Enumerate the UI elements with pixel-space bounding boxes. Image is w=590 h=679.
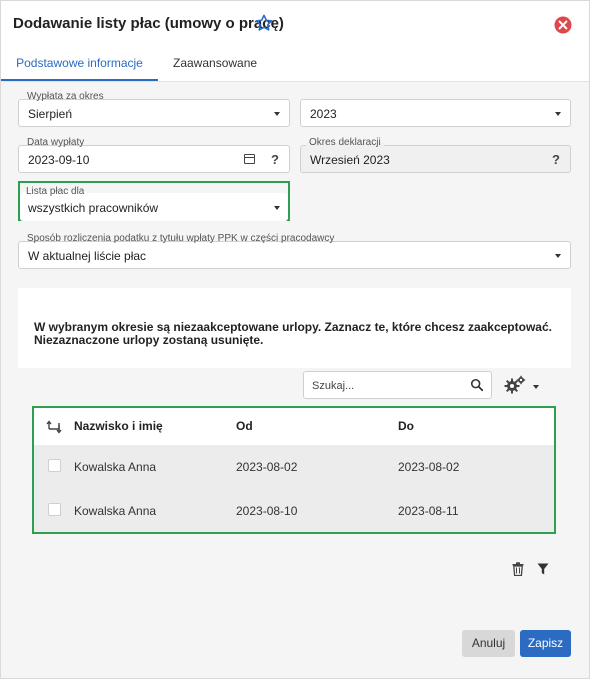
payroll-for-label: Lista płac dla	[23, 186, 88, 197]
dialog-header: Dodawanie listy płac (umowy o pracę)	[1, 1, 589, 48]
table-header: Nazwisko i imię Od Do	[34, 408, 554, 445]
period-label: Wypłata za okres	[24, 91, 107, 102]
period-month-select[interactable]: Wypłata za okres Sierpień	[18, 91, 290, 127]
table-row[interactable]: Kowalska Anna 2023-08-10 2023-08-11	[34, 489, 554, 533]
cell-to: 2023-08-02	[398, 460, 460, 474]
table-row[interactable]: Kowalska Anna 2023-08-02 2023-08-02	[34, 445, 554, 490]
search-icon[interactable]	[470, 378, 484, 392]
period-year-value: 2023	[310, 107, 337, 121]
dialog-title: Dodawanie listy płac (umowy o pracę)	[13, 15, 284, 32]
chevron-down-icon	[274, 206, 280, 210]
ppk-method-label: Sposób rozliczenia podatku z tytułu wpła…	[24, 233, 338, 244]
ppk-method-select[interactable]: Sposób rozliczenia podatku z tytułu wpła…	[18, 233, 571, 269]
cell-from: 2023-08-10	[236, 504, 298, 518]
row-checkbox[interactable]	[48, 459, 61, 472]
leave-table: Nazwisko i imię Od Do Kowalska Anna 2023…	[34, 408, 554, 533]
search-box	[303, 371, 492, 399]
ppk-method-value: W aktualnej liście płac	[28, 249, 147, 263]
star-icon[interactable]	[254, 13, 274, 33]
period-year-select[interactable]: 2023	[300, 99, 571, 127]
payroll-for-select[interactable]: Lista płac dla wszystkich pracowników	[20, 186, 288, 221]
help-icon[interactable]: ?	[271, 152, 279, 167]
help-icon[interactable]: ?	[552, 152, 560, 167]
close-icon[interactable]	[553, 15, 573, 35]
column-header-from[interactable]: Od	[236, 419, 253, 433]
chevron-down-icon	[555, 112, 561, 116]
declaration-period-value: Wrzesień 2023	[310, 153, 390, 167]
cell-name: Kowalska Anna	[74, 504, 157, 518]
trash-icon[interactable]	[512, 562, 524, 576]
cell-to: 2023-08-11	[398, 504, 459, 518]
calendar-icon[interactable]	[244, 154, 255, 164]
tab-advanced[interactable]: Zaawansowane	[173, 47, 257, 81]
declaration-period-label: Okres deklaracji	[306, 137, 384, 148]
tab-basic-info[interactable]: Podstawowe informacje	[1, 47, 158, 81]
declaration-period-field: Okres deklaracji Wrzesień 2023 ?	[300, 137, 571, 173]
cell-from: 2023-08-02	[236, 460, 298, 474]
payout-date-value: 2023-09-10	[28, 153, 90, 167]
column-header-name[interactable]: Nazwisko i imię	[74, 419, 163, 433]
payroll-dialog: Dodawanie listy płac (umowy o pracę) Pod…	[0, 0, 590, 679]
chevron-down-icon	[555, 254, 561, 258]
payout-date-field[interactable]: Data wypłaty 2023-09-10 ?	[18, 137, 290, 173]
leave-notice-text: W wybranym okresie są niezaakceptowane u…	[34, 320, 552, 347]
chevron-down-icon	[274, 112, 280, 116]
payout-date-label: Data wypłaty	[24, 137, 88, 148]
cell-name: Kowalska Anna	[74, 460, 157, 474]
row-checkbox[interactable]	[48, 503, 61, 516]
search-input[interactable]	[310, 377, 464, 395]
gears-icon[interactable]	[504, 375, 526, 395]
column-header-to[interactable]: Do	[398, 419, 414, 433]
leave-notice-panel: W wybranym okresie są niezaakceptowane u…	[18, 288, 571, 368]
save-button[interactable]: Zapisz	[520, 630, 571, 657]
filter-icon[interactable]	[537, 563, 549, 575]
payroll-for-value: wszystkich pracowników	[28, 201, 159, 215]
tab-bar: Podstawowe informacje Zaawansowane	[1, 47, 589, 82]
chevron-down-icon[interactable]	[533, 385, 539, 389]
period-month-value: Sierpień	[28, 107, 73, 121]
cancel-button[interactable]: Anuluj	[462, 630, 515, 657]
swap-icon[interactable]	[46, 420, 62, 434]
